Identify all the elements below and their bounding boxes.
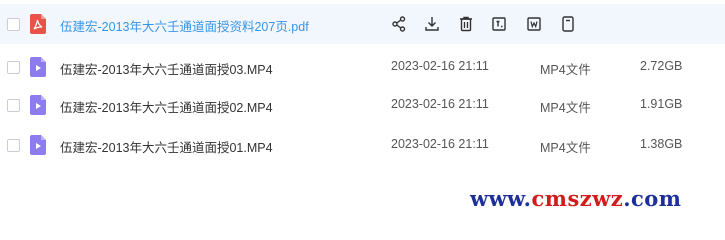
video-file-icon bbox=[30, 95, 46, 115]
file-date: 2023-02-16 21:11 bbox=[391, 59, 489, 73]
file-date: 2023-02-16 21:11 bbox=[391, 97, 489, 111]
file-date: 2023-02-16 21:11 bbox=[391, 137, 489, 151]
copy-icon[interactable] bbox=[526, 15, 542, 33]
file-size: 1.91GB bbox=[640, 97, 683, 111]
file-type: MP4文件 bbox=[540, 141, 591, 155]
more-icon[interactable] bbox=[560, 15, 576, 33]
file-row[interactable]: 伍建宏-2013年大六壬通道面授01.MP4 2023-02-16 21:11 … bbox=[0, 125, 725, 165]
file-row[interactable]: 伍建宏-2013年大六壬通道面授02.MP4 2023-02-16 21:11 … bbox=[0, 85, 725, 125]
file-name[interactable]: 伍建宏-2013年大六壬通道面授03.MP4 bbox=[60, 59, 273, 78]
rename-icon[interactable] bbox=[491, 15, 507, 33]
file-name[interactable]: 伍建宏-2013年大六壬通道面授资料207页.pdf bbox=[60, 16, 309, 35]
delete-icon[interactable] bbox=[458, 15, 474, 33]
share-icon[interactable] bbox=[391, 15, 407, 33]
file-size: 1.38GB bbox=[640, 137, 683, 151]
file-name[interactable]: 伍建宏-2013年大六壬通道面授01.MP4 bbox=[60, 137, 273, 156]
download-icon[interactable] bbox=[424, 15, 440, 33]
file-type: MP4文件 bbox=[540, 101, 591, 115]
pdf-file-icon bbox=[30, 14, 46, 34]
file-row[interactable]: 伍建宏-2013年大六壬通道面授03.MP4 2023-02-16 21:11 … bbox=[0, 47, 725, 87]
row-checkbox[interactable] bbox=[7, 139, 20, 152]
file-type: MP4文件 bbox=[540, 63, 591, 77]
file-size: 2.72GB bbox=[640, 59, 683, 73]
row-checkbox[interactable] bbox=[7, 99, 20, 112]
video-file-icon bbox=[30, 135, 46, 155]
file-name[interactable]: 伍建宏-2013年大六壬通道面授02.MP4 bbox=[60, 97, 273, 116]
row-checkbox[interactable] bbox=[7, 18, 20, 31]
file-row[interactable]: 伍建宏-2013年大六壬通道面授资料207页.pdf bbox=[0, 4, 725, 44]
row-checkbox[interactable] bbox=[7, 61, 20, 74]
video-file-icon bbox=[30, 57, 46, 77]
watermark: www.cmszwz.com bbox=[470, 186, 682, 211]
